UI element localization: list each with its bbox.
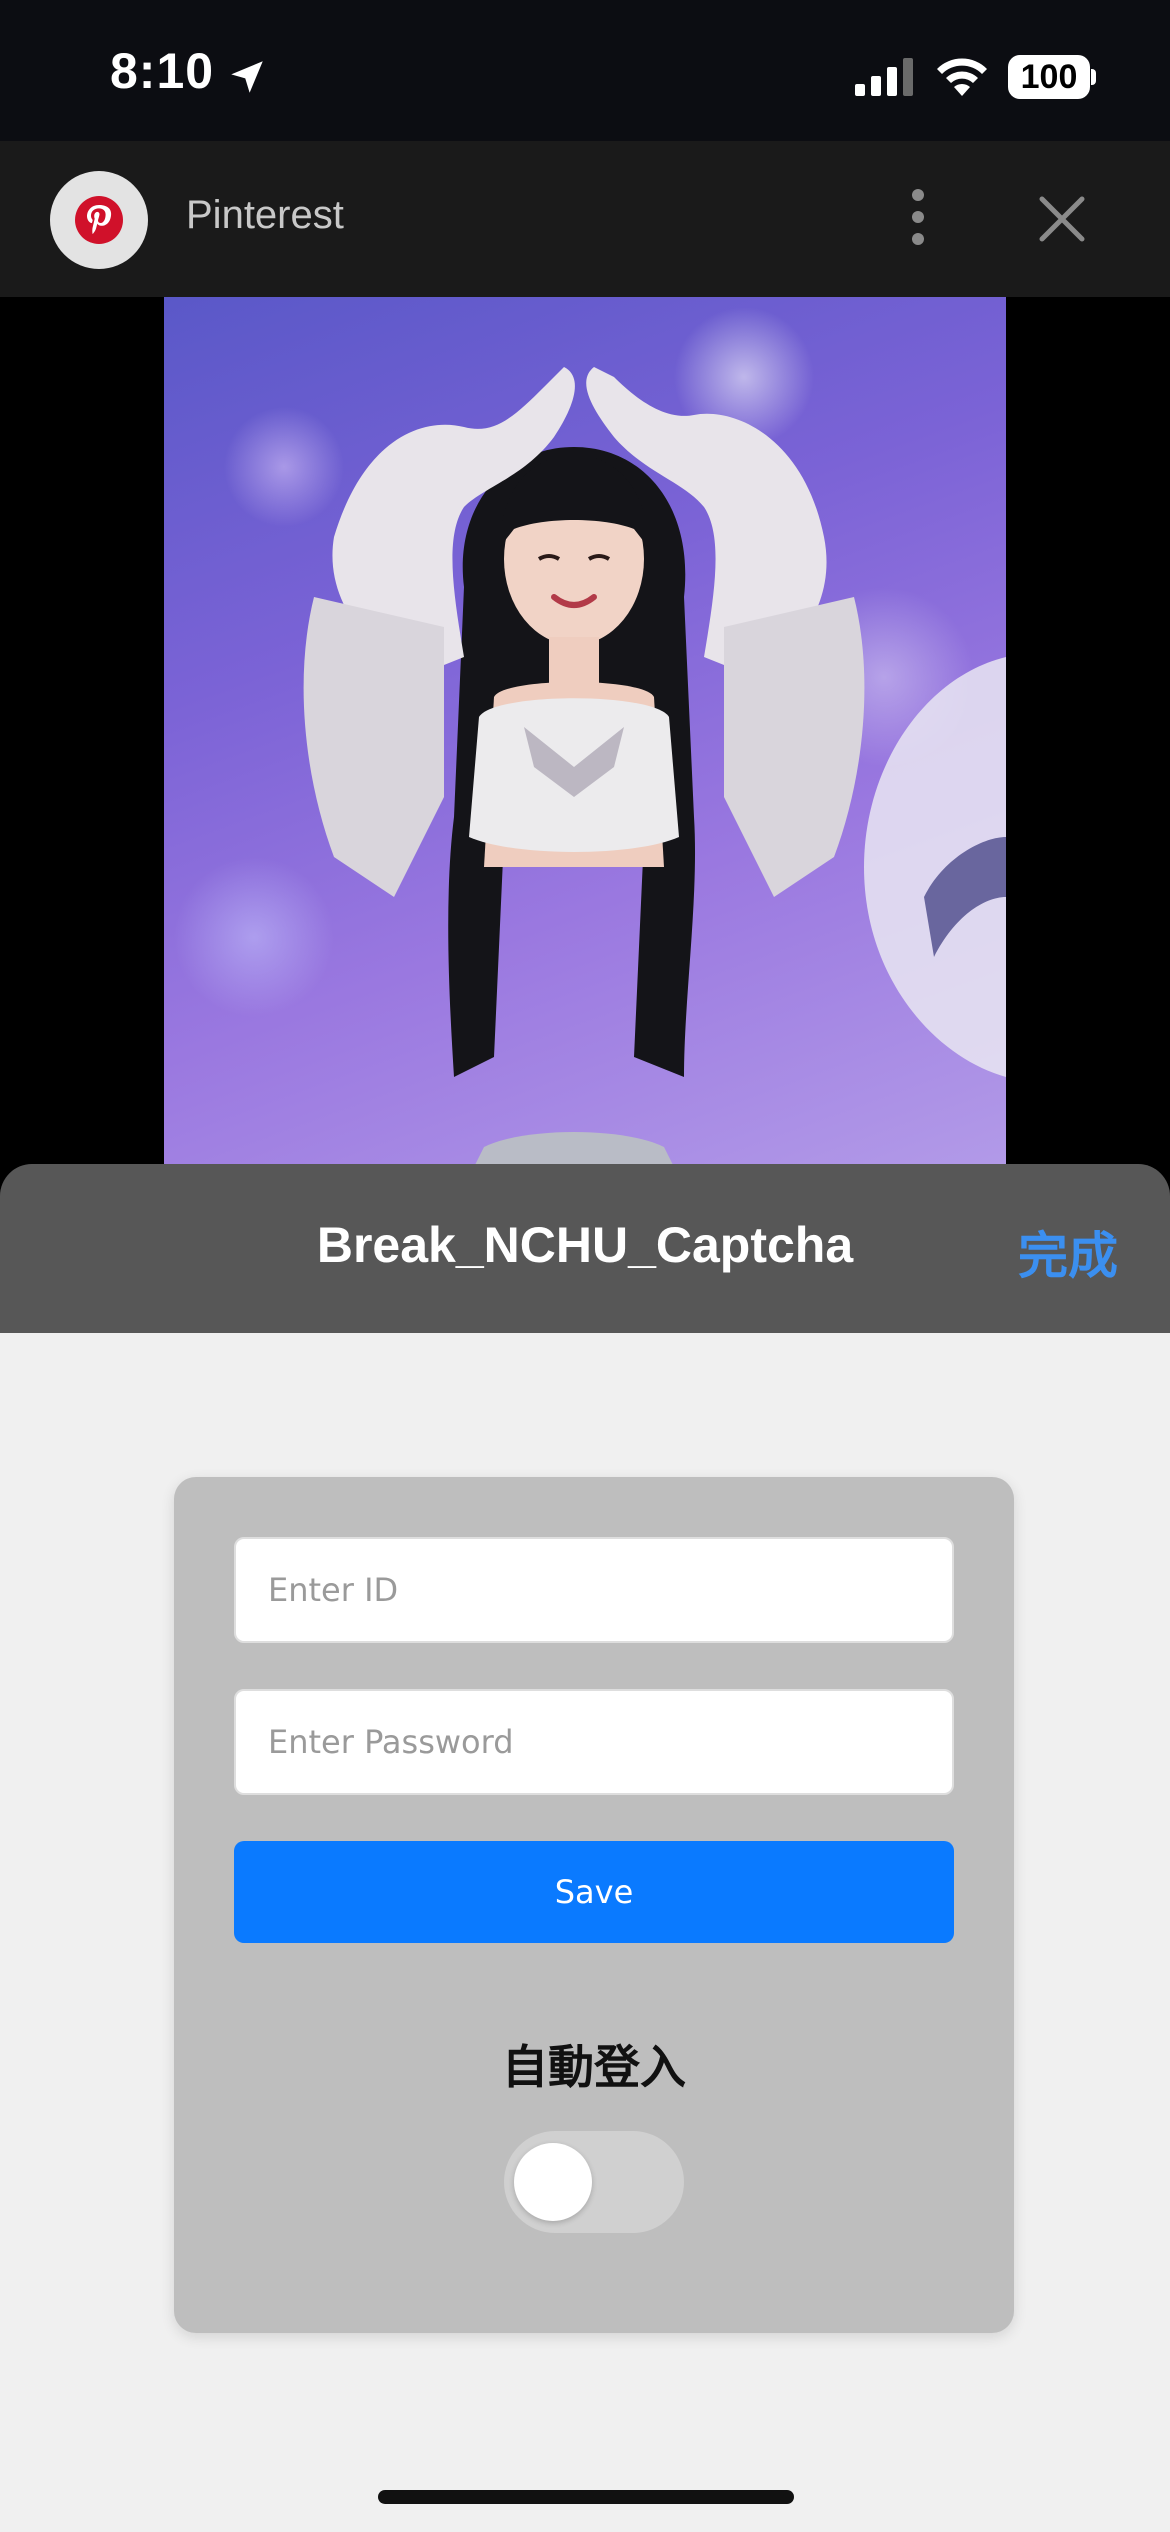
done-button[interactable]: 完成 <box>1018 1216 1118 1288</box>
toggle-knob <box>514 2143 592 2221</box>
close-icon[interactable] <box>1036 193 1088 245</box>
save-button[interactable]: Save <box>234 1841 954 1943</box>
password-input[interactable] <box>234 1689 954 1795</box>
auto-login-toggle[interactable] <box>504 2131 684 2233</box>
login-card: Save 自動登入 <box>174 1477 1014 2333</box>
cellular-signal-icon <box>855 58 913 96</box>
app-header: Pinterest <box>0 141 1170 297</box>
home-indicator[interactable] <box>378 2490 794 2504</box>
battery-icon: 100 <box>1008 55 1090 99</box>
sheet-body: Save 自動登入 <box>0 1333 1170 2532</box>
battery-level: 100 <box>1020 57 1078 96</box>
more-vertical-icon[interactable] <box>904 185 932 249</box>
status-bar: 8:10 100 <box>0 0 1170 141</box>
sheet-title: Break_NCHU_Captcha <box>316 1217 854 1273</box>
pin-photo[interactable] <box>164 297 1006 1167</box>
pinterest-logo-icon <box>75 196 123 244</box>
auto-login-label: 自動登入 <box>502 2040 686 2094</box>
status-time: 8:10 <box>110 43 215 99</box>
app-name: Pinterest <box>186 193 344 237</box>
pinterest-avatar[interactable] <box>50 171 148 269</box>
pin-image-container <box>0 297 1170 1167</box>
location-arrow-icon <box>231 61 263 93</box>
sheet-header: Break_NCHU_Captcha 完成 <box>0 1164 1170 1333</box>
wifi-icon <box>937 58 987 96</box>
battery-tip <box>1091 69 1096 85</box>
id-input[interactable] <box>234 1537 954 1643</box>
performer-illustration <box>303 367 1006 1167</box>
